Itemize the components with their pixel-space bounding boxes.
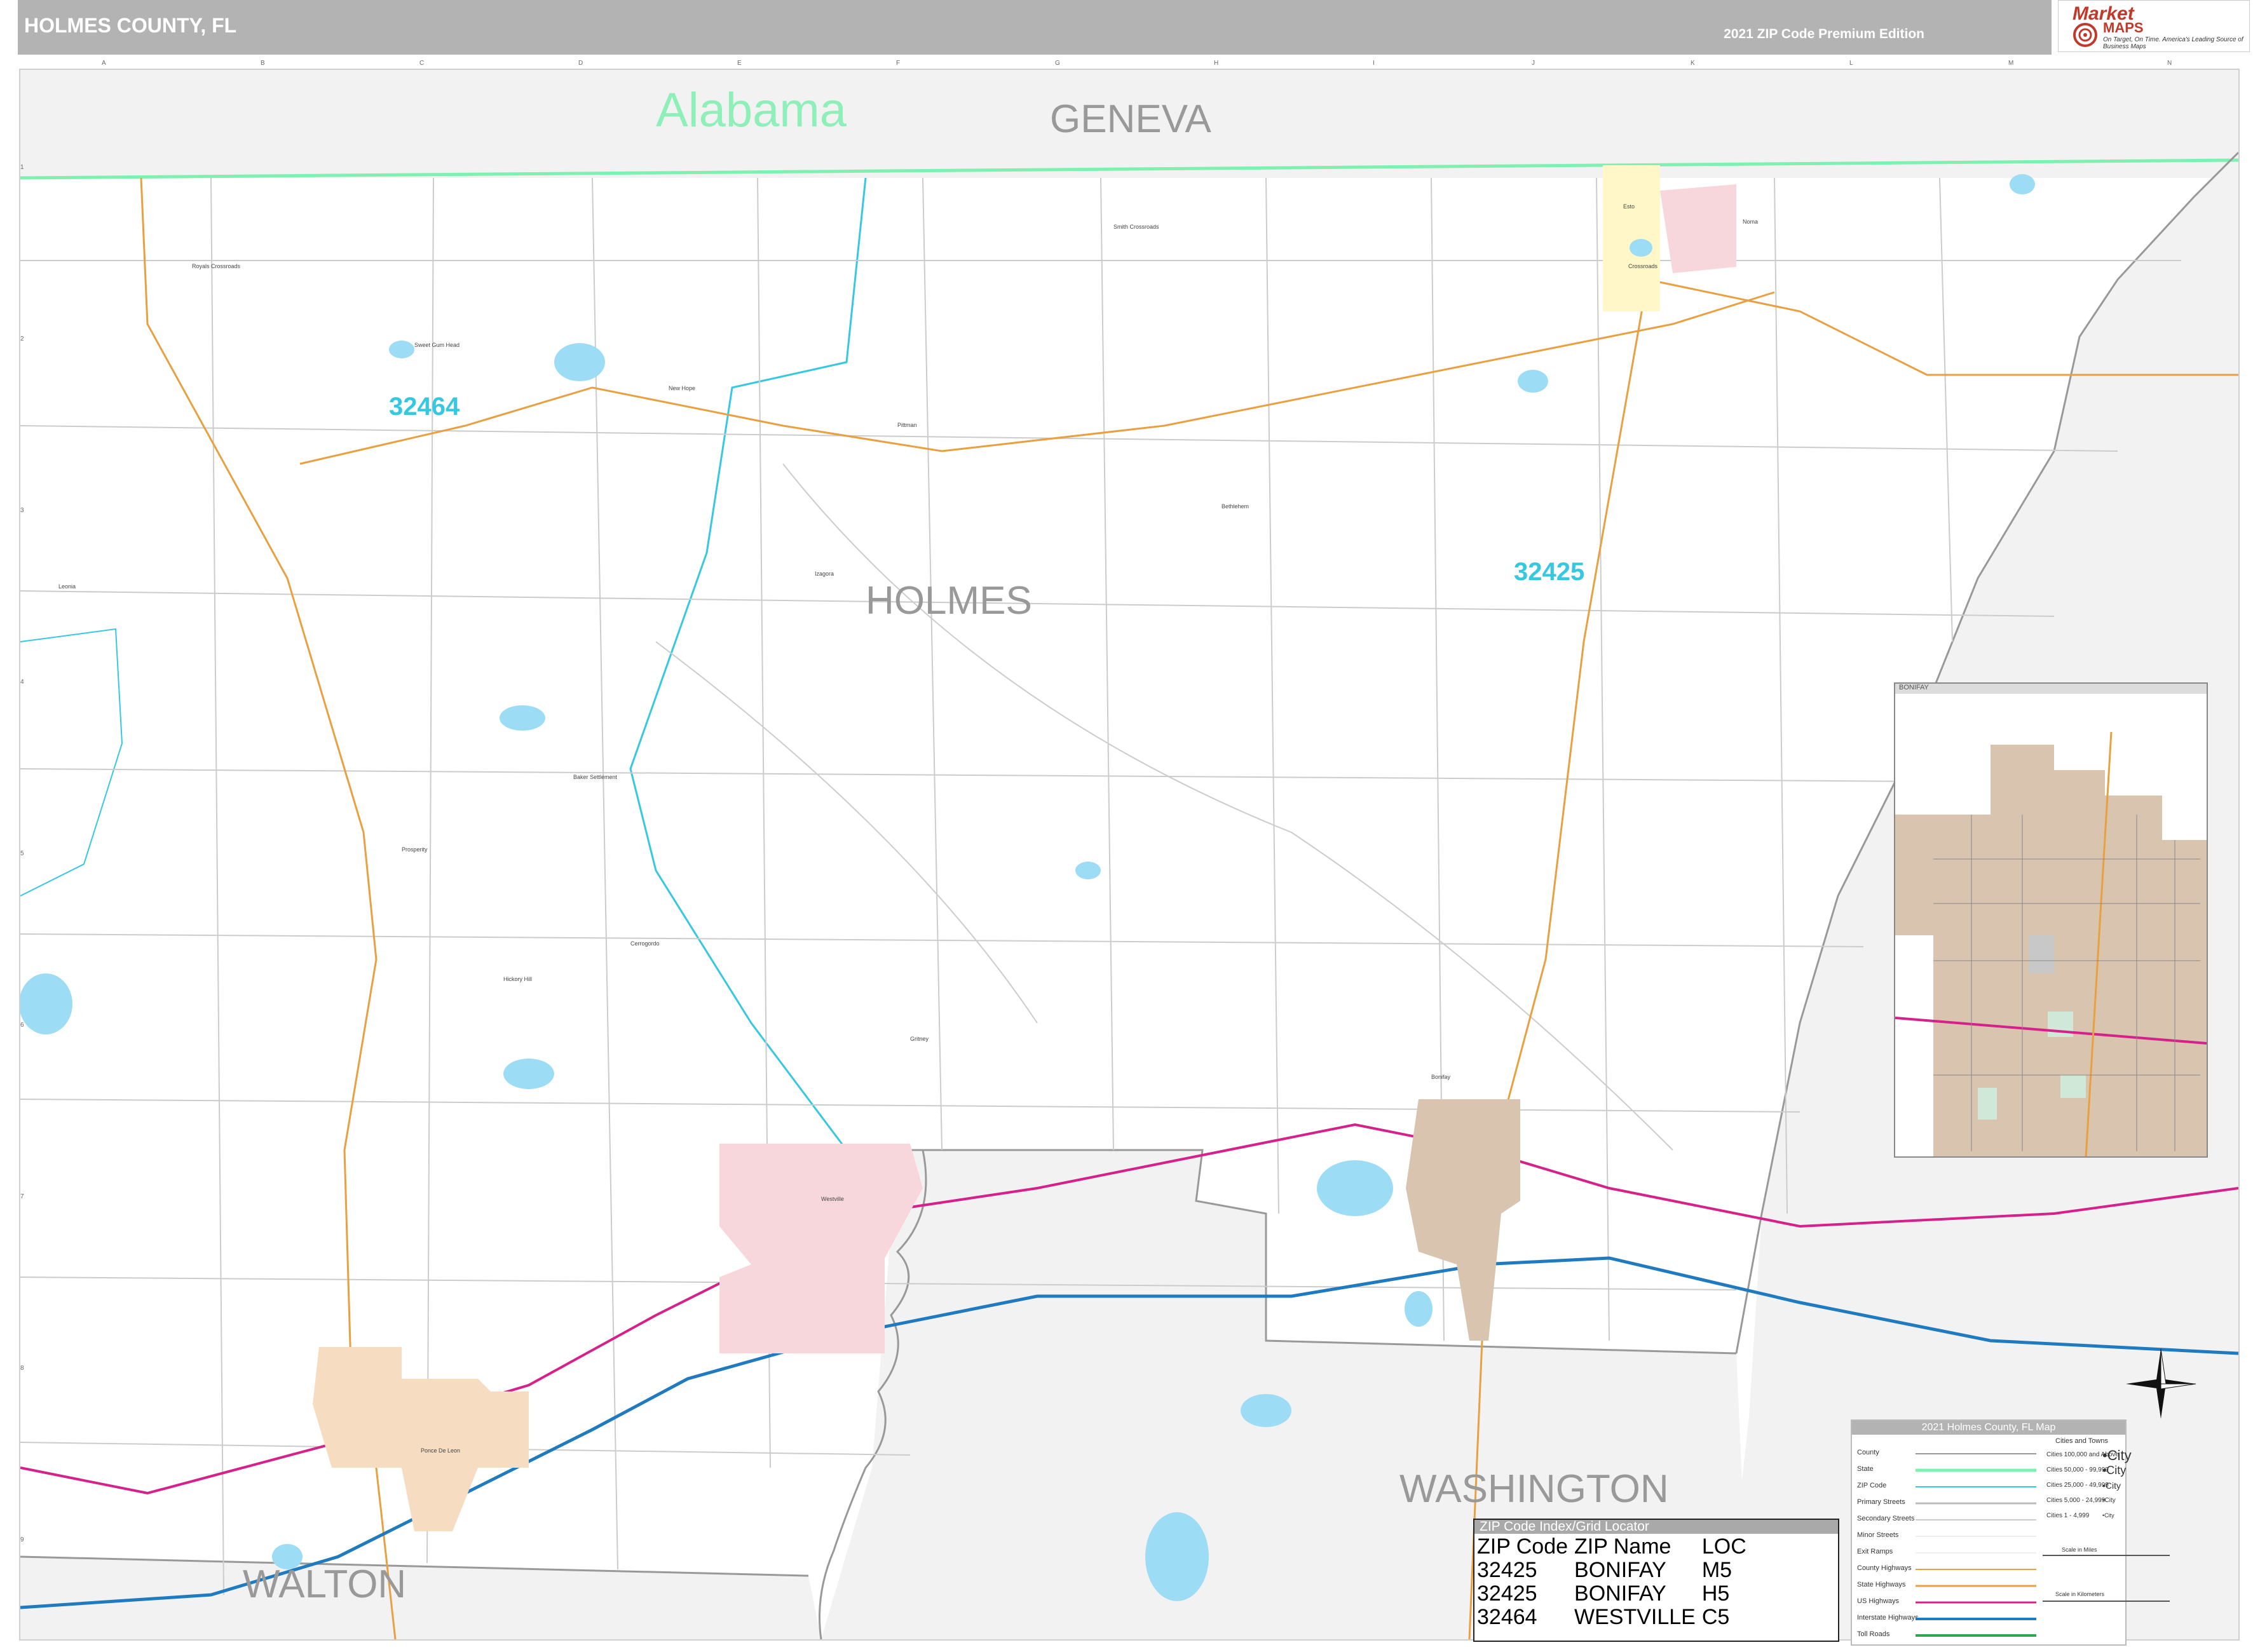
legend-city-sample: •City: [2102, 1464, 2127, 1477]
table-row: 32425 BONIFAY H5: [1477, 1581, 1730, 1606]
town-label: Gritney: [910, 1036, 929, 1042]
table-row: 32425 BONIFAY M5: [1477, 1558, 1732, 1582]
legend-city-class: Cities 50,000 - 99,999: [2046, 1466, 2109, 1473]
town-label: Royals Crossroads: [192, 263, 241, 269]
inset-title: BONIFAY: [1895, 684, 2207, 694]
legend-swatches: [1916, 1453, 2036, 1637]
zip-boundary-west: [20, 628, 123, 897]
target-logo-icon: [2073, 23, 2097, 47]
town-label: Pittman: [897, 422, 917, 428]
legend-item: Toll Roads: [1857, 1630, 1890, 1638]
map-title: HOLMES COUNTY, FL: [24, 14, 237, 37]
map-legend: 2021 Holmes County, FL Map Cities and To…: [1851, 1419, 2170, 1646]
noma-area: [1660, 184, 1736, 273]
legend-city-sample: •City: [2102, 1512, 2114, 1519]
esto-area: [1603, 165, 1660, 311]
grid-columns-top: A B C D E F G H I J K L M N: [102, 60, 2172, 67]
table-row: 32464 WESTVILLE C5: [1477, 1605, 1730, 1629]
town-label: Hickory Hill: [503, 976, 532, 982]
state-label-alabama: Alabama: [656, 83, 847, 137]
bonifay-inset-map[interactable]: BONIFAY: [1894, 682, 2208, 1158]
zip-index-table: ZIP Code ZIP Name LOC 32425 BONIFAY M5 3…: [1477, 1535, 1753, 1629]
logo-tagline: On Target, On Time. America's Leading So…: [2103, 36, 2243, 50]
zip-code-index: ZIP Code Index/Grid Locator ZIP Code ZIP…: [1473, 1519, 1839, 1642]
logo-text-maps: MAPS: [2103, 20, 2144, 36]
compass-rose-icon: [2126, 1348, 2196, 1419]
legend-item: County Highways: [1857, 1564, 1912, 1572]
county-label-walton: WALTON: [243, 1562, 407, 1606]
legend-item: Minor Streets: [1857, 1531, 1899, 1539]
zip-index-header: LOC: [1701, 1534, 1746, 1559]
town-label: Crossroads: [1628, 263, 1658, 269]
legend-city-sample: •City: [2102, 1497, 2116, 1504]
legend-city-sample: •City: [2102, 1480, 2121, 1491]
edition-label: 2021 ZIP Code Premium Edition: [1724, 27, 1924, 41]
legend-city-class: Cities 1 - 4,999: [2046, 1512, 2090, 1519]
legend-city-class: Cities 5,000 - 24,999: [2046, 1497, 2106, 1504]
legend-city-sample: •City: [2102, 1447, 2132, 1463]
zip-index-header: ZIP Name: [1574, 1534, 1671, 1559]
title-bar: HOLMES COUNTY, FL 2021 ZIP Code Premium …: [18, 0, 2052, 55]
town-label: Leonia: [58, 583, 76, 590]
county-label-washington: WASHINGTON: [1399, 1467, 1669, 1511]
zip-label-32464: 32464: [389, 393, 460, 421]
legend-header-right: Cities and Towns: [2055, 1437, 2108, 1445]
legend-item: County: [1857, 1449, 1879, 1456]
legend-item: Exit Ramps: [1857, 1548, 1893, 1555]
scale-bars: [2043, 1555, 2170, 1602]
legend-item: ZIP Code: [1857, 1482, 1887, 1489]
town-label: Izagora: [815, 571, 834, 577]
town-label: Sweet Gum Head: [414, 342, 460, 348]
town-label: Esto: [1623, 203, 1635, 210]
legend-city-class: Cities 25,000 - 49,999: [2046, 1482, 2109, 1489]
town-label: Cerrogordo: [630, 940, 660, 947]
zip-boundary: [629, 177, 897, 1151]
county-label-geneva: GENEVA: [1050, 97, 1211, 141]
legend-item: Secondary Streets: [1857, 1515, 1915, 1522]
zip-index-title: ZIP Code Index/Grid Locator: [1474, 1520, 1838, 1534]
town-label: Noma: [1743, 219, 1759, 225]
legend-item: US Highways: [1857, 1597, 1900, 1605]
legend-item: Primary Streets: [1857, 1498, 1905, 1506]
inset-canvas: [1895, 731, 2207, 1156]
town-label: Ponce De Leon: [421, 1447, 461, 1454]
legend-item: Interstate Highways: [1857, 1614, 1919, 1622]
town-label: Westville: [821, 1196, 844, 1202]
ponce-de-leon-area: [313, 1347, 529, 1531]
town-label: Baker Settlement: [573, 774, 618, 780]
town-label: New Hope: [669, 385, 696, 391]
town-label: Bethlehem: [1222, 503, 1249, 510]
zip-index-header-row: ZIP Code ZIP Name LOC: [1477, 1535, 1753, 1559]
zip-label-32425: 32425: [1514, 558, 1585, 586]
county-label-holmes: HOLMES: [866, 579, 1032, 623]
market-maps-logo[interactable]: Market MAPS On Target, On Time. America'…: [2058, 0, 2250, 52]
grid-rows-left: 1 2 3 4 5 6 7 8 9: [20, 164, 24, 1543]
town-label: Smith Crossroads: [1113, 224, 1159, 230]
legend-item: State Highways: [1857, 1581, 1906, 1588]
zip-index-header: ZIP Code: [1477, 1534, 1569, 1559]
town-label: Prosperity: [402, 846, 428, 853]
town-label: Bonifay: [1431, 1074, 1451, 1080]
legend-item: State: [1857, 1465, 1874, 1473]
